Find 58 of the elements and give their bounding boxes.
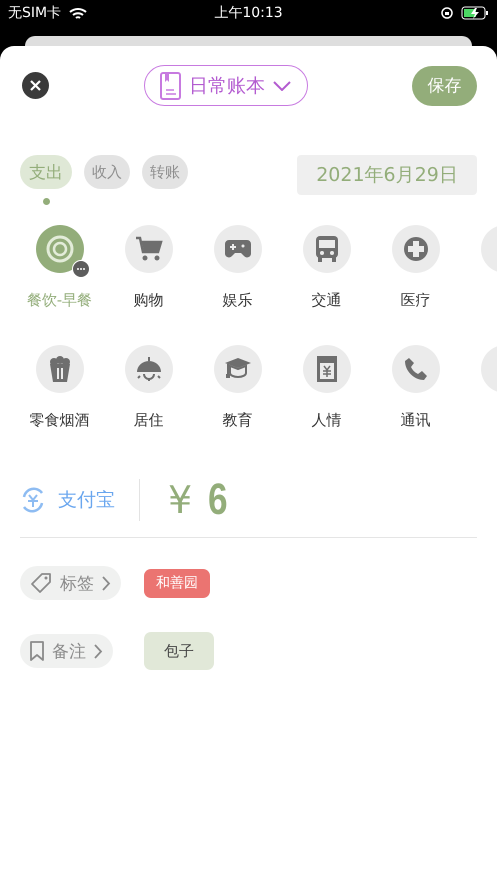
plate-icon <box>44 234 74 264</box>
category-button[interactable] <box>214 225 262 273</box>
type-tab[interactable]: 转账 <box>142 155 188 189</box>
selected-dot <box>42 198 50 205</box>
popcorn-icon <box>48 355 72 383</box>
clock-time: 上午10:13 <box>213 4 284 22</box>
close-button[interactable] <box>22 72 49 99</box>
category-button[interactable] <box>302 225 350 273</box>
tag-chip: 和善园 <box>144 568 210 598</box>
category-button[interactable] <box>124 225 172 273</box>
category-label: 人情 <box>312 411 342 430</box>
more-badge-icon[interactable] <box>72 260 90 278</box>
phone-icon <box>404 357 428 381</box>
chevron-right-icon <box>102 576 111 590</box>
category-label: 餐饮-早餐 <box>26 291 92 310</box>
category-label: 居住 <box>134 411 164 430</box>
cart-icon <box>134 236 162 262</box>
category-button[interactable] <box>124 345 172 393</box>
category-label: 娱乐 <box>222 291 252 310</box>
note-button[interactable]: 备注 <box>20 634 113 668</box>
tag-icon <box>30 572 52 594</box>
gamepad-icon <box>224 238 252 260</box>
category-label: 教育 <box>222 411 252 430</box>
type-tab[interactable]: 支出 <box>20 155 72 189</box>
account-button[interactable]: 支付宝 <box>20 487 115 513</box>
category-button[interactable] <box>392 345 440 393</box>
currency-symbol: ¥ <box>168 478 192 522</box>
amount-text: 6 <box>208 475 228 525</box>
category-button[interactable] <box>36 345 84 393</box>
tags-button[interactable]: 标签 <box>20 566 121 600</box>
close-icon <box>30 80 41 91</box>
rotation-lock-icon <box>441 7 453 19</box>
chevron-right-icon <box>94 644 103 658</box>
type-tab[interactable]: 收入 <box>84 155 130 189</box>
bookmark-icon <box>30 641 44 661</box>
category-button[interactable] <box>302 345 350 393</box>
book-selector[interactable]: 日常账本 <box>144 65 308 106</box>
category-button[interactable] <box>214 345 262 393</box>
envelope-icon <box>316 355 338 383</box>
category-button[interactable] <box>36 225 84 273</box>
date-button[interactable]: 2021年6月29日 <box>297 155 477 195</box>
wifi-icon <box>69 6 88 20</box>
category-label: 零食烟酒 <box>30 411 90 430</box>
note-text: 包子 <box>144 632 214 670</box>
lamp-icon <box>134 356 162 382</box>
save-button[interactable]: 保存 <box>412 66 477 106</box>
category-button[interactable] <box>392 225 440 273</box>
category-label: 医疗 <box>400 291 430 310</box>
bus-icon <box>314 235 338 263</box>
yen-exchange-icon <box>20 487 46 513</box>
category-label: 通讯 <box>400 411 430 430</box>
category-label: 购物 <box>134 291 164 310</box>
chevron-down-icon <box>273 80 291 90</box>
medical-cross-icon <box>402 236 428 262</box>
battery-icon <box>461 6 489 20</box>
carrier-text: 无SIM卡 <box>8 4 62 22</box>
category-label: 交通 <box>312 291 342 310</box>
notebook-icon <box>160 72 181 100</box>
